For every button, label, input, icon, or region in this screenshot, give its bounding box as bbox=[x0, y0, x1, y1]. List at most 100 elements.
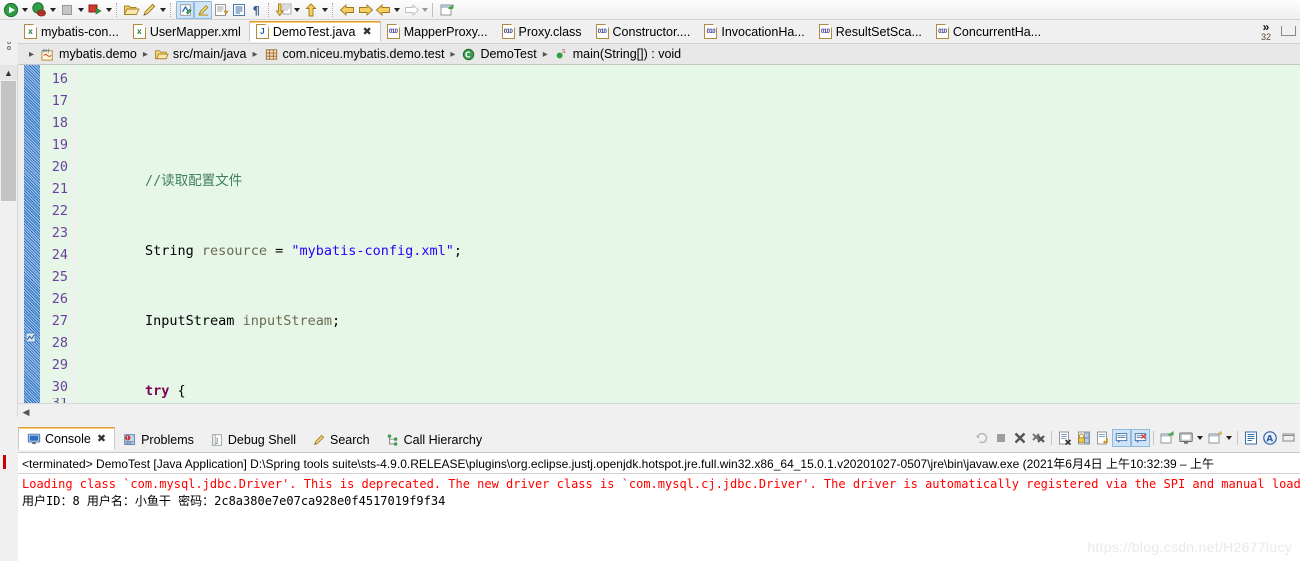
run-dropdown-arrow[interactable] bbox=[20, 1, 30, 19]
code-line-16[interactable] bbox=[76, 100, 1300, 122]
run-button[interactable] bbox=[2, 1, 20, 19]
pencil-edit-dropdown-arrow[interactable] bbox=[158, 1, 168, 19]
open-console-dropdown-arrow[interactable] bbox=[1224, 429, 1234, 447]
clear-console-button[interactable] bbox=[1055, 429, 1074, 447]
tab-call-hierarchy[interactable]: Call Hierarchy bbox=[378, 429, 491, 450]
editor-tab-constructor-class[interactable]: 010 Constructor.... bbox=[589, 21, 699, 42]
scroll-left-arrow-icon[interactable]: ◀ bbox=[18, 405, 34, 419]
display-selected-console-button[interactable] bbox=[1176, 429, 1195, 447]
console-line-error: Loading class `com.mysql.jdbc.Driver'. T… bbox=[22, 477, 1300, 491]
forward-history-dropdown-arrow[interactable] bbox=[420, 1, 430, 19]
editor-tab-concurrenthashmap-class[interactable]: 010 ConcurrentHa... bbox=[929, 21, 1050, 42]
breadcrumb-label: mybatis.demo bbox=[59, 47, 137, 61]
breadcrumb-item-package[interactable]: com.niceu.mybatis.demo.test bbox=[264, 47, 444, 62]
terminate-button[interactable] bbox=[991, 429, 1010, 447]
next-annotation-button[interactable] bbox=[274, 1, 292, 19]
previous-annotation-button[interactable] bbox=[302, 1, 320, 19]
scrollbar-thumb[interactable] bbox=[1, 81, 16, 201]
console-toolbar: A bbox=[972, 428, 1298, 448]
run-external-tools-button[interactable] bbox=[86, 1, 104, 19]
new-window-button[interactable] bbox=[438, 1, 456, 19]
remove-all-terminated-button[interactable] bbox=[1029, 429, 1048, 447]
tab-debug-shell[interactable]: J Debug Shell bbox=[202, 429, 304, 450]
svg-text:J: J bbox=[47, 48, 49, 54]
line-number: 23 bbox=[51, 225, 68, 241]
editor-tab-resultsetscaffold-class[interactable]: 010 ResultSetSca... bbox=[812, 21, 930, 42]
todo-task-marker-icon[interactable] bbox=[24, 331, 40, 345]
editor-horizontal-scrollbar[interactable]: ◀ bbox=[18, 403, 1300, 420]
tab-label: Search bbox=[330, 432, 370, 447]
highlight-pen-button[interactable] bbox=[194, 0, 212, 19]
show-console-on-stdout-button[interactable] bbox=[1112, 429, 1131, 447]
editor-tab-mybatis-config[interactable]: x mybatis-con... bbox=[18, 21, 127, 42]
editor-tab-proxy-class[interactable]: 010 Proxy.class bbox=[495, 21, 590, 42]
console-icon bbox=[27, 433, 41, 444]
watermark: https://blog.csdn.net/H2677lucy bbox=[1087, 539, 1292, 555]
show-console-on-stderr-button[interactable] bbox=[1131, 429, 1150, 447]
debug-button[interactable] bbox=[30, 1, 48, 19]
stop-button[interactable] bbox=[58, 1, 76, 19]
view-menu-button[interactable] bbox=[1241, 429, 1260, 447]
debug-dropdown-arrow[interactable] bbox=[48, 1, 58, 19]
line-number: 22 bbox=[51, 203, 68, 219]
back-history-dropdown-arrow[interactable] bbox=[392, 1, 402, 19]
breadcrumb-item-project[interactable]: MJ mybatis.demo bbox=[40, 47, 137, 62]
breadcrumb: ▸ MJ mybatis.demo ▸ src/main/java ▸ com.… bbox=[18, 43, 1300, 65]
breadcrumb-item-source-folder[interactable]: src/main/java bbox=[154, 47, 247, 62]
tab-label: mybatis-con... bbox=[41, 24, 119, 39]
pilcrow-button[interactable]: ¶ bbox=[248, 1, 266, 19]
new-package-button[interactable] bbox=[212, 1, 230, 19]
method-static-icon: S bbox=[556, 49, 566, 58]
pin-console-button[interactable] bbox=[1157, 429, 1176, 447]
line-number: 20 bbox=[51, 159, 68, 175]
display-selected-console-dropdown-arrow[interactable] bbox=[1195, 429, 1205, 447]
main-toolbar: ¶ bbox=[0, 0, 1300, 20]
java-file-icon: J bbox=[255, 24, 269, 39]
pencil-edit-button[interactable] bbox=[140, 1, 158, 19]
console-view-tabs: Console ✖ ! Problems J Debug Shell Searc… bbox=[18, 427, 491, 450]
mark-occurrences-button[interactable] bbox=[176, 0, 194, 19]
editor-tab-demotest-java[interactable]: J DemoTest.java ✖ bbox=[248, 21, 381, 42]
editor-tab-mapperproxy-class[interactable]: 010 MapperProxy... bbox=[380, 21, 496, 42]
circle-a-button[interactable]: A bbox=[1260, 429, 1279, 447]
stop-dropdown-arrow[interactable] bbox=[76, 1, 86, 19]
minimize-panel-button[interactable] bbox=[1279, 429, 1298, 447]
open-console-button[interactable] bbox=[1205, 429, 1224, 447]
breadcrumb-item-method[interactable]: S main(String[]) : void bbox=[554, 47, 681, 62]
code-line-17[interactable]: //读取配置文件 bbox=[76, 170, 1300, 192]
tab-console[interactable]: Console ✖ bbox=[18, 427, 116, 450]
editor-gutter[interactable] bbox=[24, 65, 40, 417]
code-line-18[interactable]: String resource = "mybatis-config.xml"; bbox=[76, 240, 1300, 262]
tabs-overflow-button[interactable]: » 32 bbox=[1251, 21, 1281, 42]
line-number: 21 bbox=[51, 181, 68, 197]
close-icon[interactable]: ✖ bbox=[97, 432, 106, 445]
back-button[interactable] bbox=[338, 1, 356, 19]
previous-annotation-dropdown-arrow[interactable] bbox=[320, 1, 330, 19]
editor-tab-invocationhandler-class[interactable]: 010 InvocationHa... bbox=[698, 21, 813, 42]
editor-vertical-scrollbar[interactable]: ▲ bbox=[0, 65, 18, 417]
open-folder-button[interactable] bbox=[122, 1, 140, 19]
line-number: 29 bbox=[51, 357, 68, 373]
back-history-button[interactable] bbox=[374, 1, 392, 19]
remove-launch-button[interactable] bbox=[1010, 429, 1029, 447]
tab-search[interactable]: Search bbox=[304, 429, 378, 450]
word-wrap-button[interactable] bbox=[1093, 429, 1112, 447]
forward-button[interactable] bbox=[356, 1, 374, 19]
relaunch-button[interactable] bbox=[972, 429, 991, 447]
minimize-editor-area-icon[interactable] bbox=[1281, 26, 1296, 36]
scroll-up-arrow-icon[interactable]: ▲ bbox=[0, 65, 17, 80]
line-number: 17 bbox=[51, 93, 68, 109]
class-file-icon: 010 bbox=[386, 24, 400, 39]
tab-label: Call Hierarchy bbox=[403, 432, 483, 447]
code-line-19[interactable]: InputStream inputStream; bbox=[76, 310, 1300, 332]
code-text-area[interactable]: //读取配置文件 String resource = "mybatis-conf… bbox=[76, 65, 1300, 417]
run-external-tools-dropdown-arrow[interactable] bbox=[104, 1, 114, 19]
editor-tab-usermapper-xml[interactable]: x UserMapper.xml bbox=[126, 21, 249, 42]
scroll-lock-button[interactable] bbox=[1074, 429, 1093, 447]
next-annotation-dropdown-arrow[interactable] bbox=[292, 1, 302, 19]
code-line-20[interactable]: try { bbox=[76, 380, 1300, 402]
close-icon[interactable]: ✖ bbox=[363, 25, 372, 38]
tab-problems[interactable]: ! Problems bbox=[115, 429, 202, 450]
show-whitespace-button[interactable] bbox=[230, 1, 248, 19]
breadcrumb-item-class[interactable]: C DemoTest bbox=[461, 47, 537, 62]
